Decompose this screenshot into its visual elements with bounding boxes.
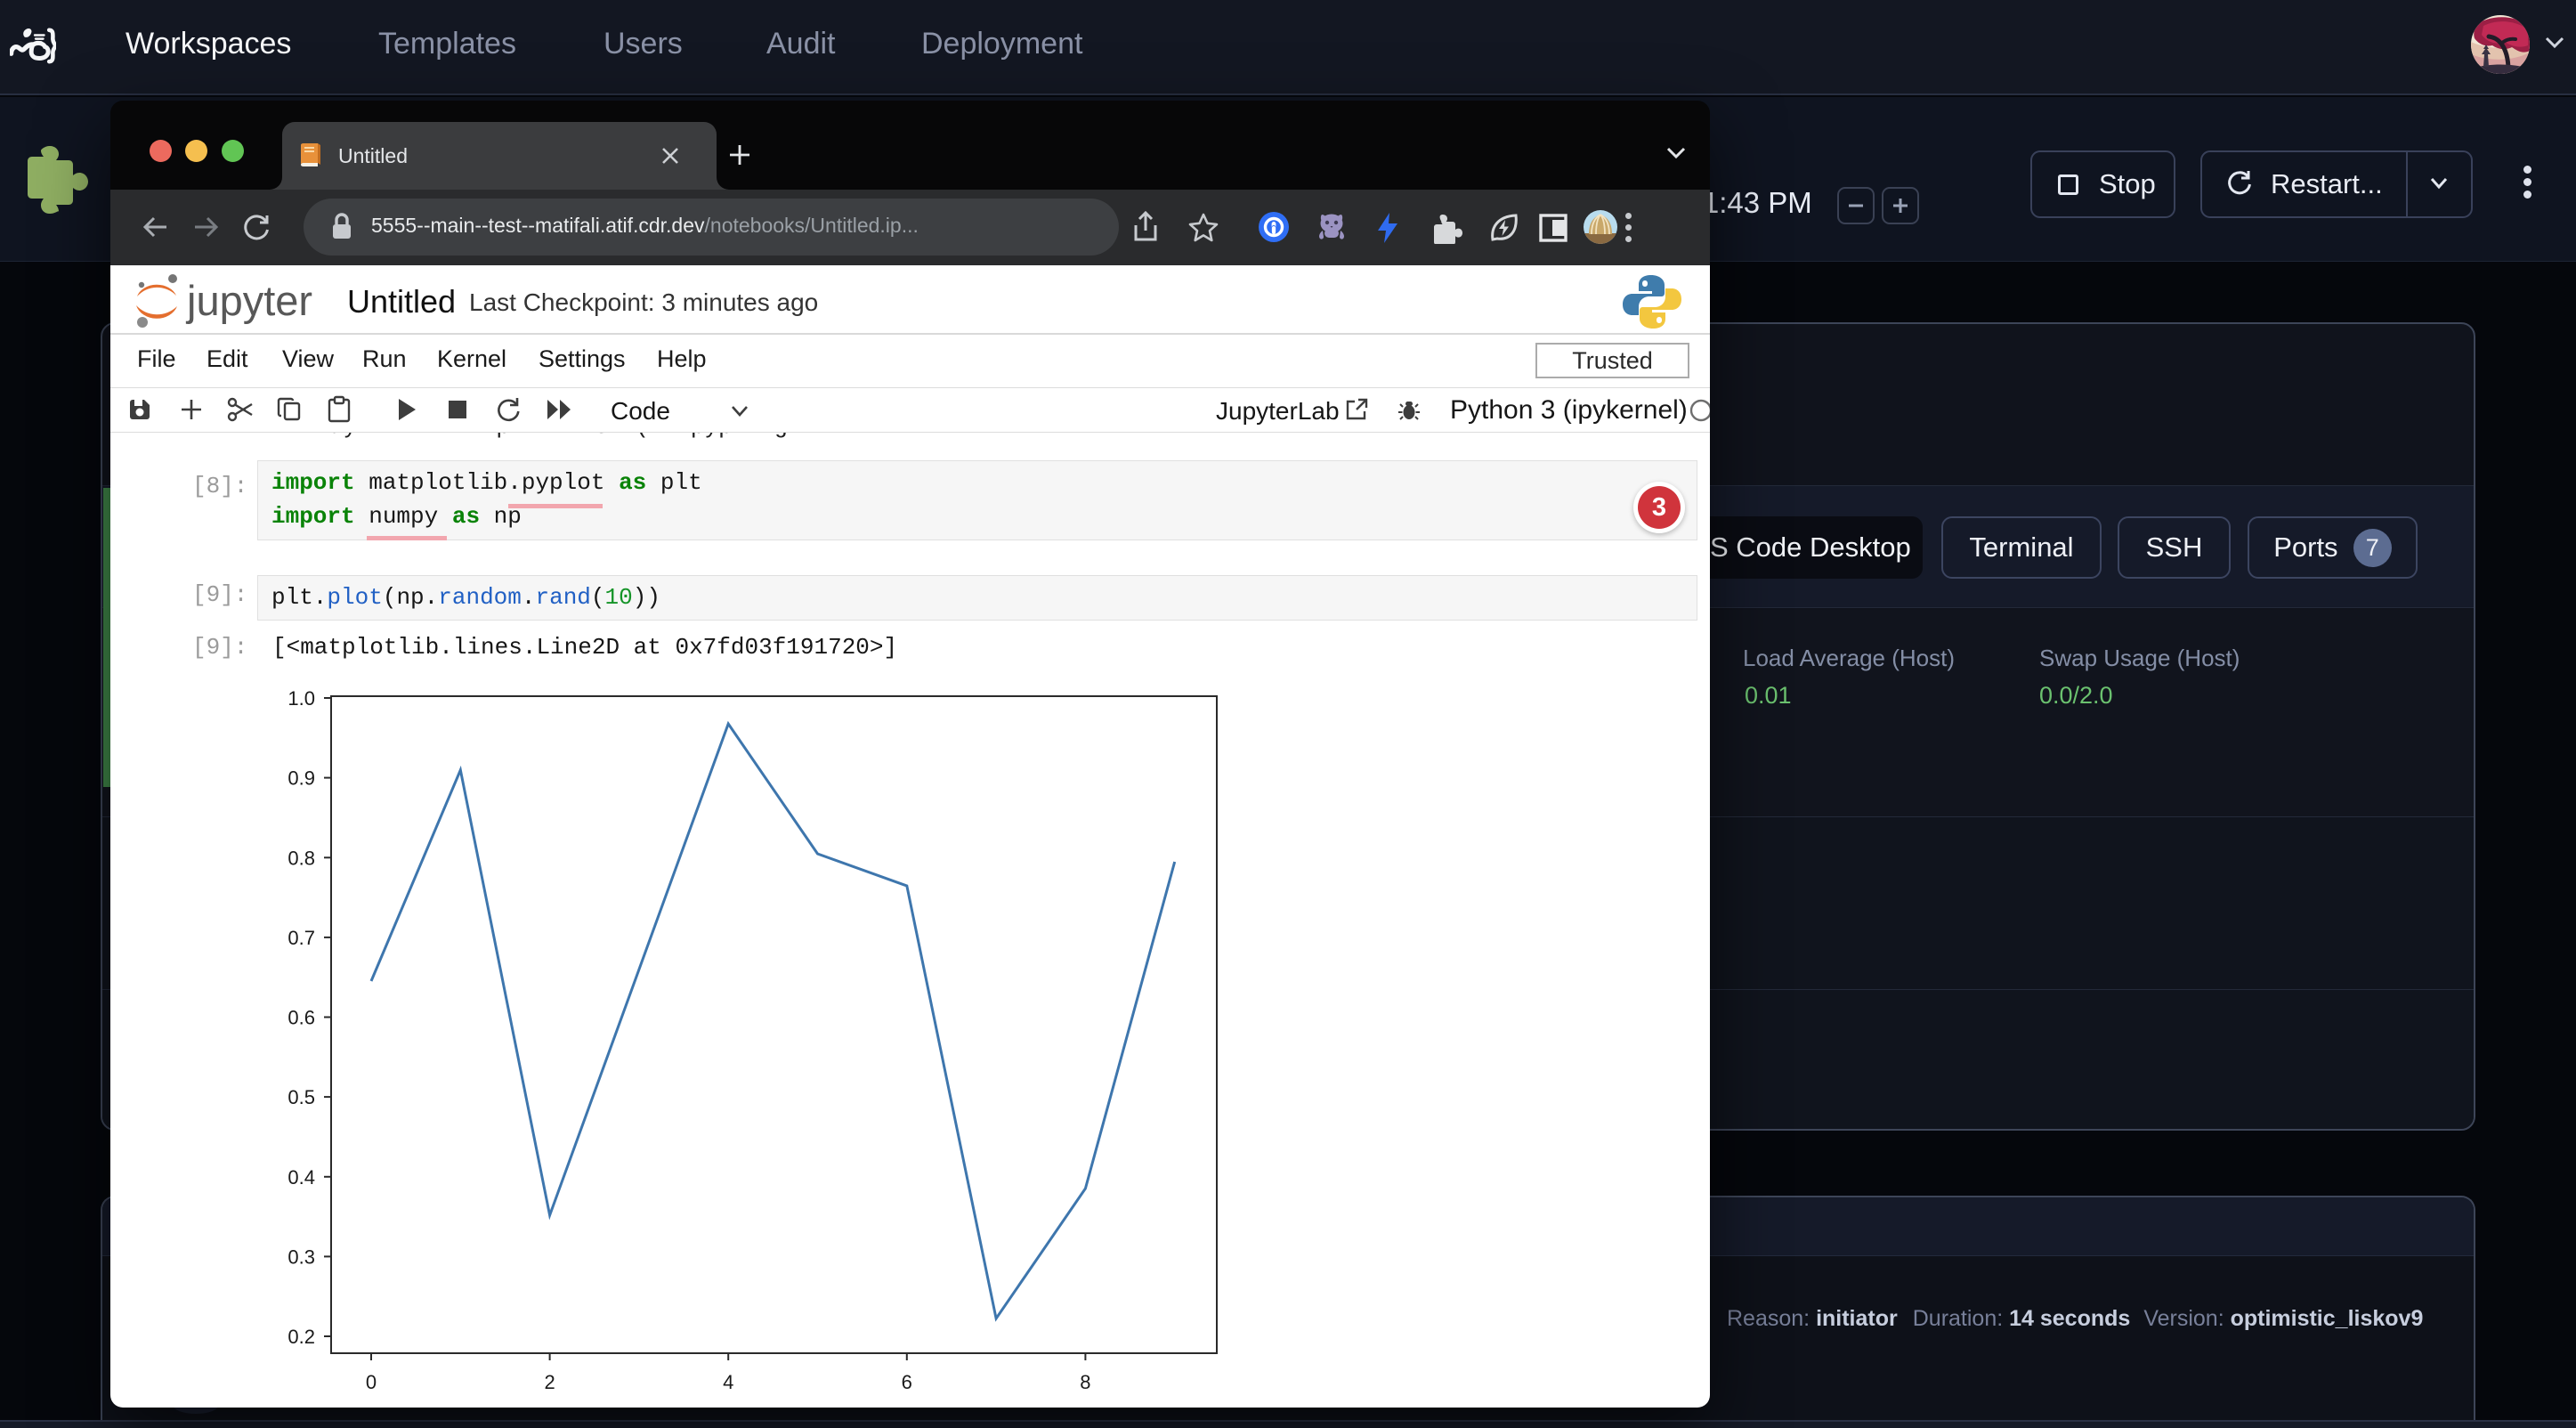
svg-text:0: 0 (366, 1371, 377, 1393)
svg-text:6: 6 (902, 1371, 912, 1393)
svg-text:0.2: 0.2 (288, 1326, 315, 1348)
svg-text:8: 8 (1080, 1371, 1090, 1393)
svg-text:4: 4 (723, 1371, 733, 1393)
svg-text:0.7: 0.7 (288, 927, 315, 949)
svg-text:0.3: 0.3 (288, 1245, 315, 1268)
svg-text:0.6: 0.6 (288, 1007, 315, 1029)
svg-text:2: 2 (544, 1371, 555, 1393)
svg-text:0.9: 0.9 (288, 767, 315, 790)
svg-text:0.8: 0.8 (288, 847, 315, 869)
svg-text:0.4: 0.4 (288, 1166, 315, 1189)
svg-text:1.0: 1.0 (288, 687, 315, 710)
svg-text:0.5: 0.5 (288, 1086, 315, 1108)
